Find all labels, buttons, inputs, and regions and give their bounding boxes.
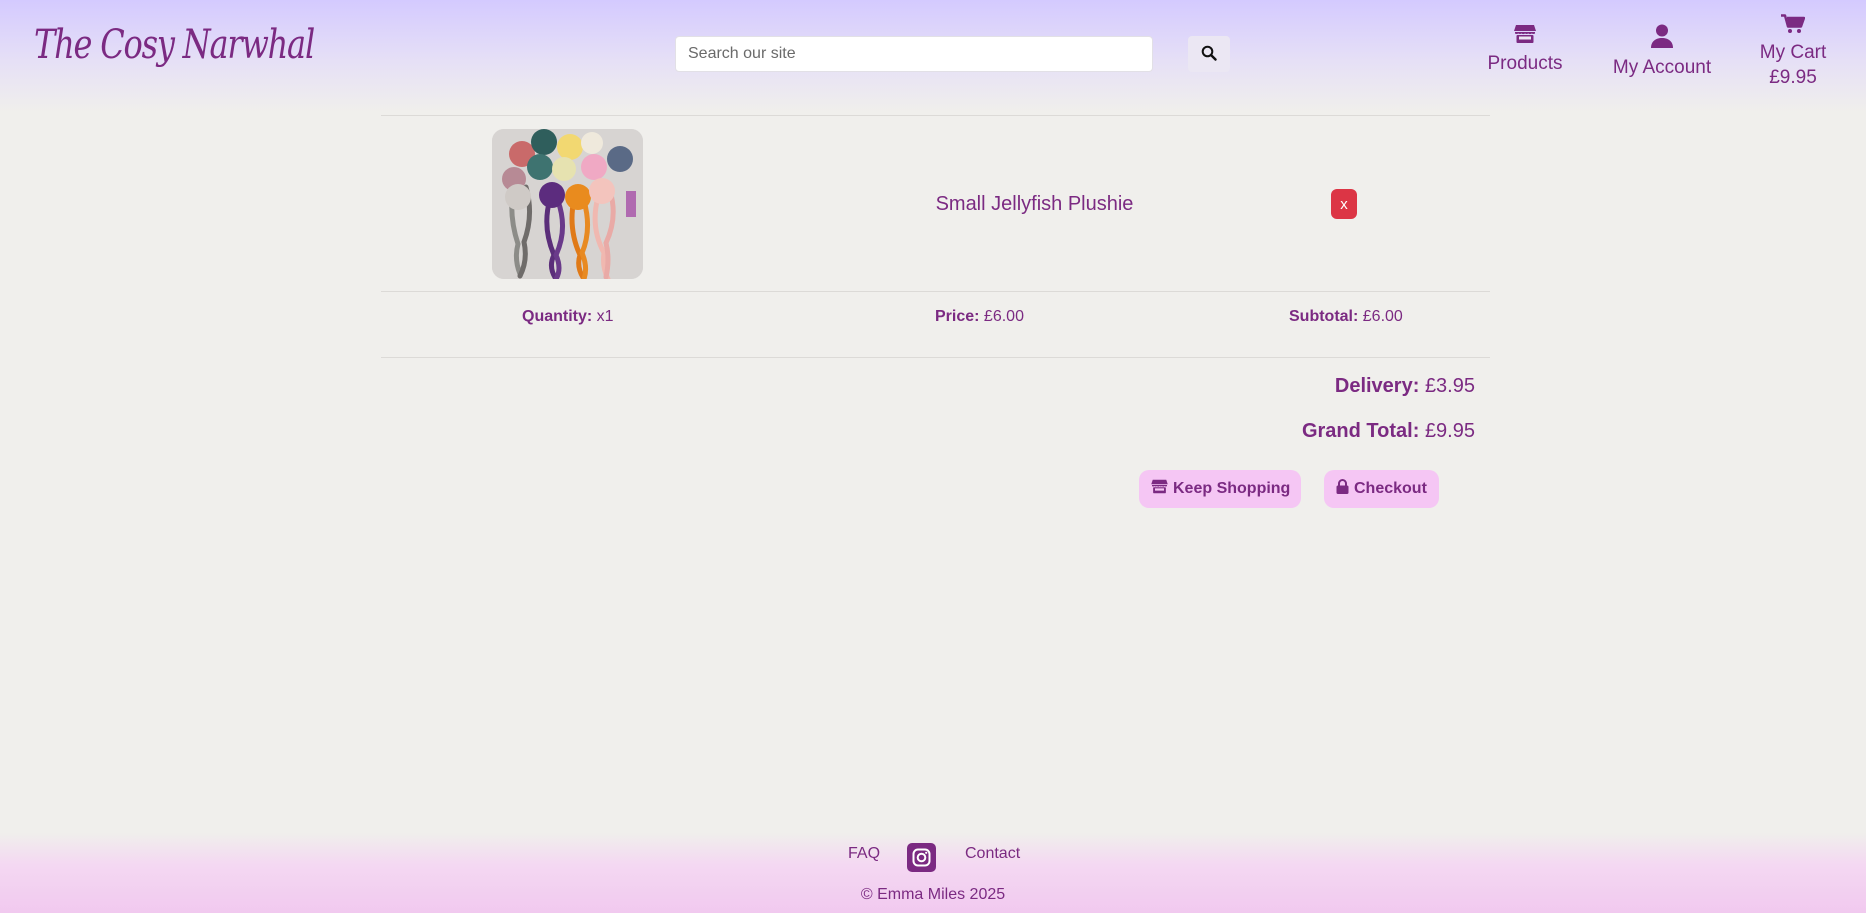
grand-total: Grand Total: £9.95 <box>1302 420 1475 443</box>
price: Price: £6.00 <box>935 308 1024 326</box>
nav-products-label: Products <box>1487 53 1563 74</box>
site-logo[interactable]: The Cosy Narwhal <box>34 22 315 68</box>
grand-total-value: £9.95 <box>1424 420 1475 442</box>
delivery-total: Delivery: £3.95 <box>1335 375 1475 398</box>
nav-products[interactable]: Products <box>1484 24 1566 74</box>
subtotal-label: Subtotal: <box>1289 308 1359 325</box>
nav-cart[interactable]: My Cart £9.95 <box>1752 14 1834 88</box>
site-footer: FAQ Contact © Emma Miles 2025 <box>0 833 1866 913</box>
site-header: The Cosy Narwhal Products My Account My … <box>0 0 1866 112</box>
quantity: Quantity: x1 <box>522 308 614 326</box>
search-button[interactable] <box>1188 36 1230 72</box>
search-input[interactable] <box>675 36 1153 72</box>
subtotal-value: £6.00 <box>1362 308 1403 325</box>
delivery-label: Delivery: <box>1334 375 1420 397</box>
search-icon <box>1201 45 1217 64</box>
store-icon <box>1514 24 1536 49</box>
cart-icon <box>1781 14 1806 39</box>
product-name[interactable]: Small Jellyfish Plushie <box>886 193 1183 216</box>
quantity-value: x1 <box>596 308 614 325</box>
instagram-icon[interactable] <box>907 843 936 872</box>
subtotal: Subtotal: £6.00 <box>1289 308 1403 326</box>
cart-item-details: Quantity: x1 Price: £6.00 Subtotal: £6.0… <box>381 292 1490 357</box>
remove-item-button[interactable]: x <box>1331 189 1357 219</box>
checkout-button[interactable]: Checkout <box>1324 470 1439 508</box>
keep-shopping-label: Keep Shopping <box>1173 480 1291 497</box>
user-icon <box>1651 24 1673 53</box>
quantity-label: Quantity: <box>522 308 593 325</box>
divider <box>381 357 1490 358</box>
nav-cart-total: £9.95 <box>1769 67 1817 88</box>
lock-icon <box>1336 479 1354 499</box>
grand-total-label: Grand Total: <box>1301 420 1420 442</box>
nav-account[interactable]: My Account <box>1608 24 1716 78</box>
nav-account-label: My Account <box>1612 57 1712 78</box>
cart-item-row: Small Jellyfish Plushie x <box>381 116 1490 291</box>
cart-table: Small Jellyfish Plushie x Quantity: x1 P… <box>381 115 1490 508</box>
footer-contact-link[interactable]: Contact <box>965 845 1020 863</box>
price-label: Price: <box>935 308 980 325</box>
delivery-value: £3.95 <box>1424 375 1475 397</box>
price-value: £6.00 <box>983 308 1024 325</box>
product-image[interactable] <box>492 129 643 279</box>
checkout-label: Checkout <box>1354 480 1427 497</box>
footer-faq-link[interactable]: FAQ <box>848 845 880 863</box>
store-icon <box>1151 479 1173 499</box>
nav-cart-label: My Cart <box>1759 42 1827 63</box>
keep-shopping-button[interactable]: Keep Shopping <box>1139 470 1301 508</box>
copyright: © Emma Miles 2025 <box>860 886 1006 903</box>
